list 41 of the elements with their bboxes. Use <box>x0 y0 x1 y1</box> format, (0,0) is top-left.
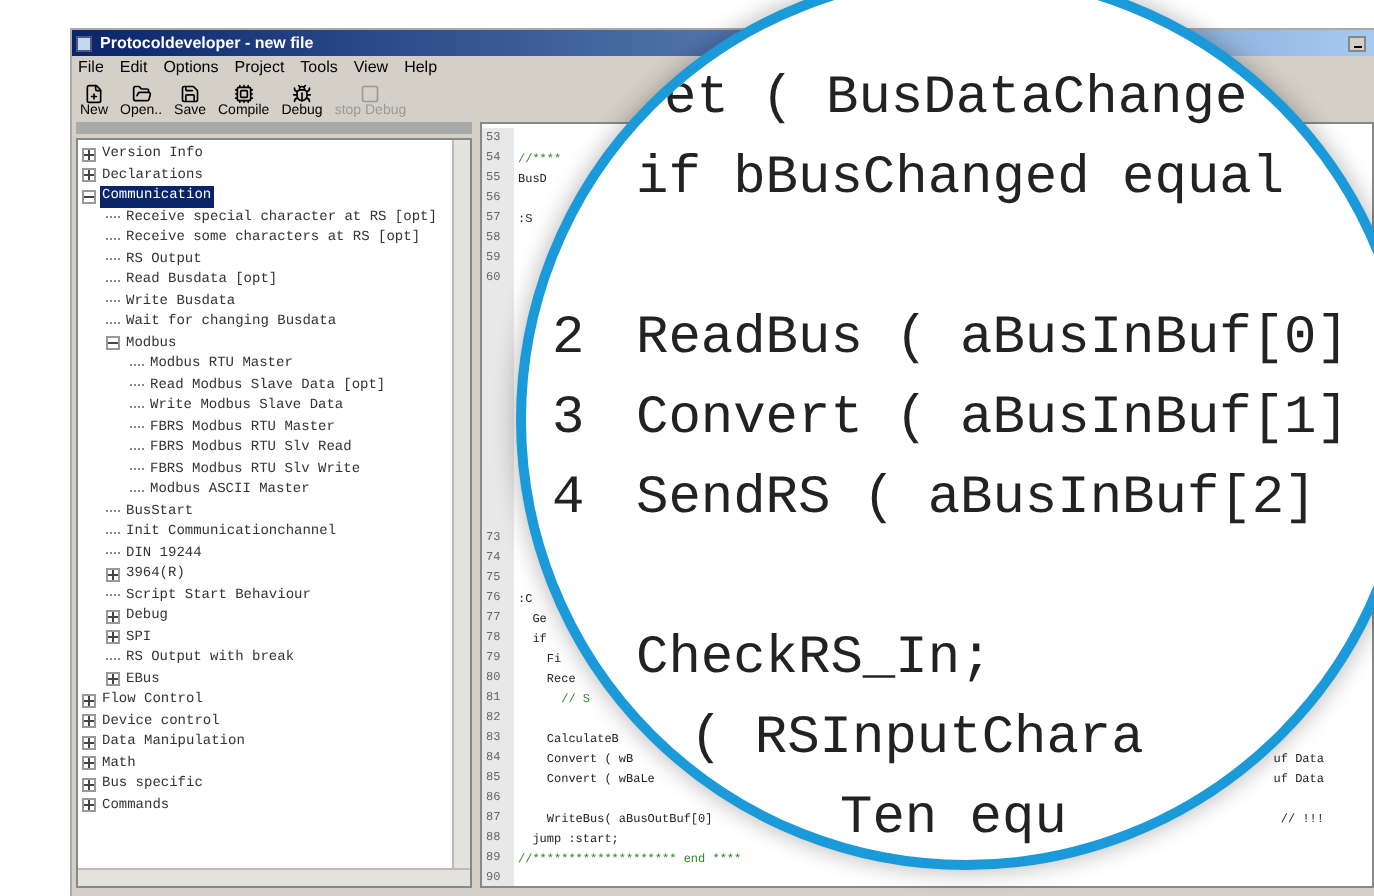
minimize-button[interactable] <box>1348 35 1366 51</box>
line-number: 4 <box>552 470 585 530</box>
menu-item[interactable]: Options <box>163 55 219 79</box>
square-icon <box>360 84 381 104</box>
code-line: CheckRS_In; <box>636 630 993 690</box>
menu-item[interactable]: Edit <box>119 55 148 79</box>
expand-toggle[interactable] <box>82 693 96 708</box>
code-line: Convert ( aBusInBuf[1] <box>636 390 1349 450</box>
collapse-toggle[interactable] <box>106 336 120 351</box>
expand-toggle[interactable] <box>106 630 120 645</box>
new-file-icon <box>84 84 104 104</box>
expand-toggle[interactable] <box>82 714 96 729</box>
window-title: Protocoldeveloper - new file <box>100 31 316 55</box>
expand-toggle[interactable] <box>82 798 96 813</box>
vertical-scrollbar[interactable] <box>452 140 470 868</box>
collapse-toggle[interactable] <box>82 189 96 204</box>
code-line: SendRS ( aBusInBuf[2] <box>636 470 1317 530</box>
expand-toggle[interactable] <box>82 735 96 750</box>
menu-item[interactable]: File <box>78 55 104 79</box>
horizontal-scrollbar[interactable] <box>78 868 470 886</box>
menu-item[interactable]: Help <box>404 55 438 79</box>
expand-toggle[interactable] <box>106 672 120 687</box>
app-icon <box>76 35 92 51</box>
expand-toggle[interactable] <box>82 168 96 183</box>
folder-icon <box>131 84 152 104</box>
code-line: Ten equ <box>840 790 1067 850</box>
chip-icon <box>233 84 254 104</box>
code-line: ( RSInputChara <box>690 710 1144 770</box>
line-number: 3 <box>552 390 585 450</box>
expand-toggle[interactable] <box>82 756 96 771</box>
expand-toggle[interactable] <box>106 609 120 624</box>
menu-item[interactable]: Project <box>234 55 285 79</box>
menu-item[interactable]: View <box>353 55 389 79</box>
menu-item[interactable]: Tools <box>300 55 338 79</box>
expand-toggle[interactable] <box>82 777 96 792</box>
code-line: if bBusChanged equal <box>636 150 1285 210</box>
code-line: ReadBus ( aBusInBuf[0] <box>636 310 1349 370</box>
bug-icon <box>292 84 312 104</box>
expand-toggle[interactable] <box>106 567 120 582</box>
line-number: 2 <box>552 310 585 370</box>
expand-toggle[interactable] <box>82 147 96 162</box>
